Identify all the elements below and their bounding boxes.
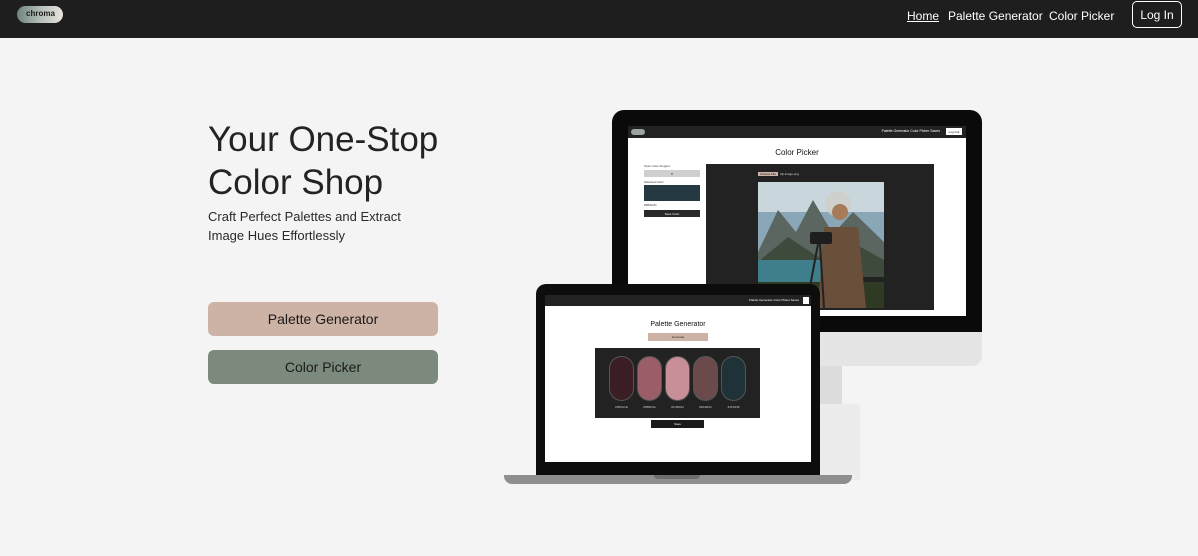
palette-swatch <box>721 356 746 401</box>
laptop-screen-palette-generator: Palette Generator Color Picker Saves Pal… <box>545 295 811 462</box>
top-navbar: chroma Home Palette Generator Color Pick… <box>0 0 1198 38</box>
palette-swatch <box>609 356 634 401</box>
laptop-mockup-nav-links: Palette Generator Color Picker Saves <box>748 298 799 302</box>
mockup-save-color-button: Save Color <box>644 210 700 217</box>
laptop-mockup-title: Palette Generator <box>650 321 706 328</box>
logo-text: chroma <box>26 9 55 18</box>
palette-generator-button[interactable]: Palette Generator <box>208 302 438 336</box>
mockup-selected-label: Selected Color: <box>644 180 665 184</box>
mockup-file-input: Choose File fuji-image.png <box>758 172 799 176</box>
laptop-mockup-save-button: Save <box>651 420 704 428</box>
color-picker-button[interactable]: Color Picker <box>208 350 438 384</box>
hero-subtitle: Craft Perfect Palettes and Extract Image… <box>208 209 401 243</box>
mockup-choose-file-button: Choose File <box>758 172 779 176</box>
laptop-mockup-palette-panel: #3B1A1E #9B5F6A #C48A93 #6A4B4C #1F3338 <box>595 348 760 418</box>
laptop-mockup-generate-button: Generate <box>648 333 708 341</box>
mockup-hex-value: #3B4A4C <box>644 203 657 207</box>
mockup-logo <box>631 129 645 135</box>
palette-hex-label: #3B1A1E <box>615 405 628 409</box>
palette-hex-label: #C48A93 <box>671 405 684 409</box>
mockup-logout-button: Log Out <box>946 128 962 135</box>
desktop-monitor-stand <box>818 366 842 406</box>
palette-swatch <box>693 356 718 401</box>
palette-hex-label: #9B5F6A <box>643 405 656 409</box>
mockup-selected-swatch <box>644 185 700 201</box>
palette-hex-label: #1F3338 <box>727 405 740 409</box>
eyedropper-icon: ⌕ <box>644 170 700 177</box>
nav-link-color-picker[interactable]: Color Picker <box>1049 9 1114 23</box>
login-button[interactable]: Log In <box>1132 1 1182 28</box>
nav-link-home[interactable]: Home <box>907 9 939 23</box>
mockup-page-title: Color Picker <box>775 148 819 157</box>
hero-title: Your One-Stop Color Shop <box>208 120 439 202</box>
palette-swatch <box>637 356 662 401</box>
palette-swatch <box>665 356 690 401</box>
chroma-logo[interactable]: chroma <box>17 6 63 23</box>
mockup-file-status: fuji-image.png <box>780 172 799 176</box>
laptop-notch <box>654 475 700 479</box>
nav-link-palette-generator[interactable]: Palette Generator <box>948 9 1043 23</box>
palette-hex-label: #6A4B4C <box>699 405 712 409</box>
mockup-nav-links: Palette Generator Color Picker Saves <box>881 129 940 133</box>
laptop-mockup-nav-button <box>803 297 809 304</box>
mockup-dropper-label: Open color dropper: <box>644 164 671 168</box>
mockup-navbar: Palette Generator Color Picker Saves Log… <box>628 126 966 138</box>
laptop-mockup-navbar: Palette Generator Color Picker Saves <box>545 295 811 306</box>
